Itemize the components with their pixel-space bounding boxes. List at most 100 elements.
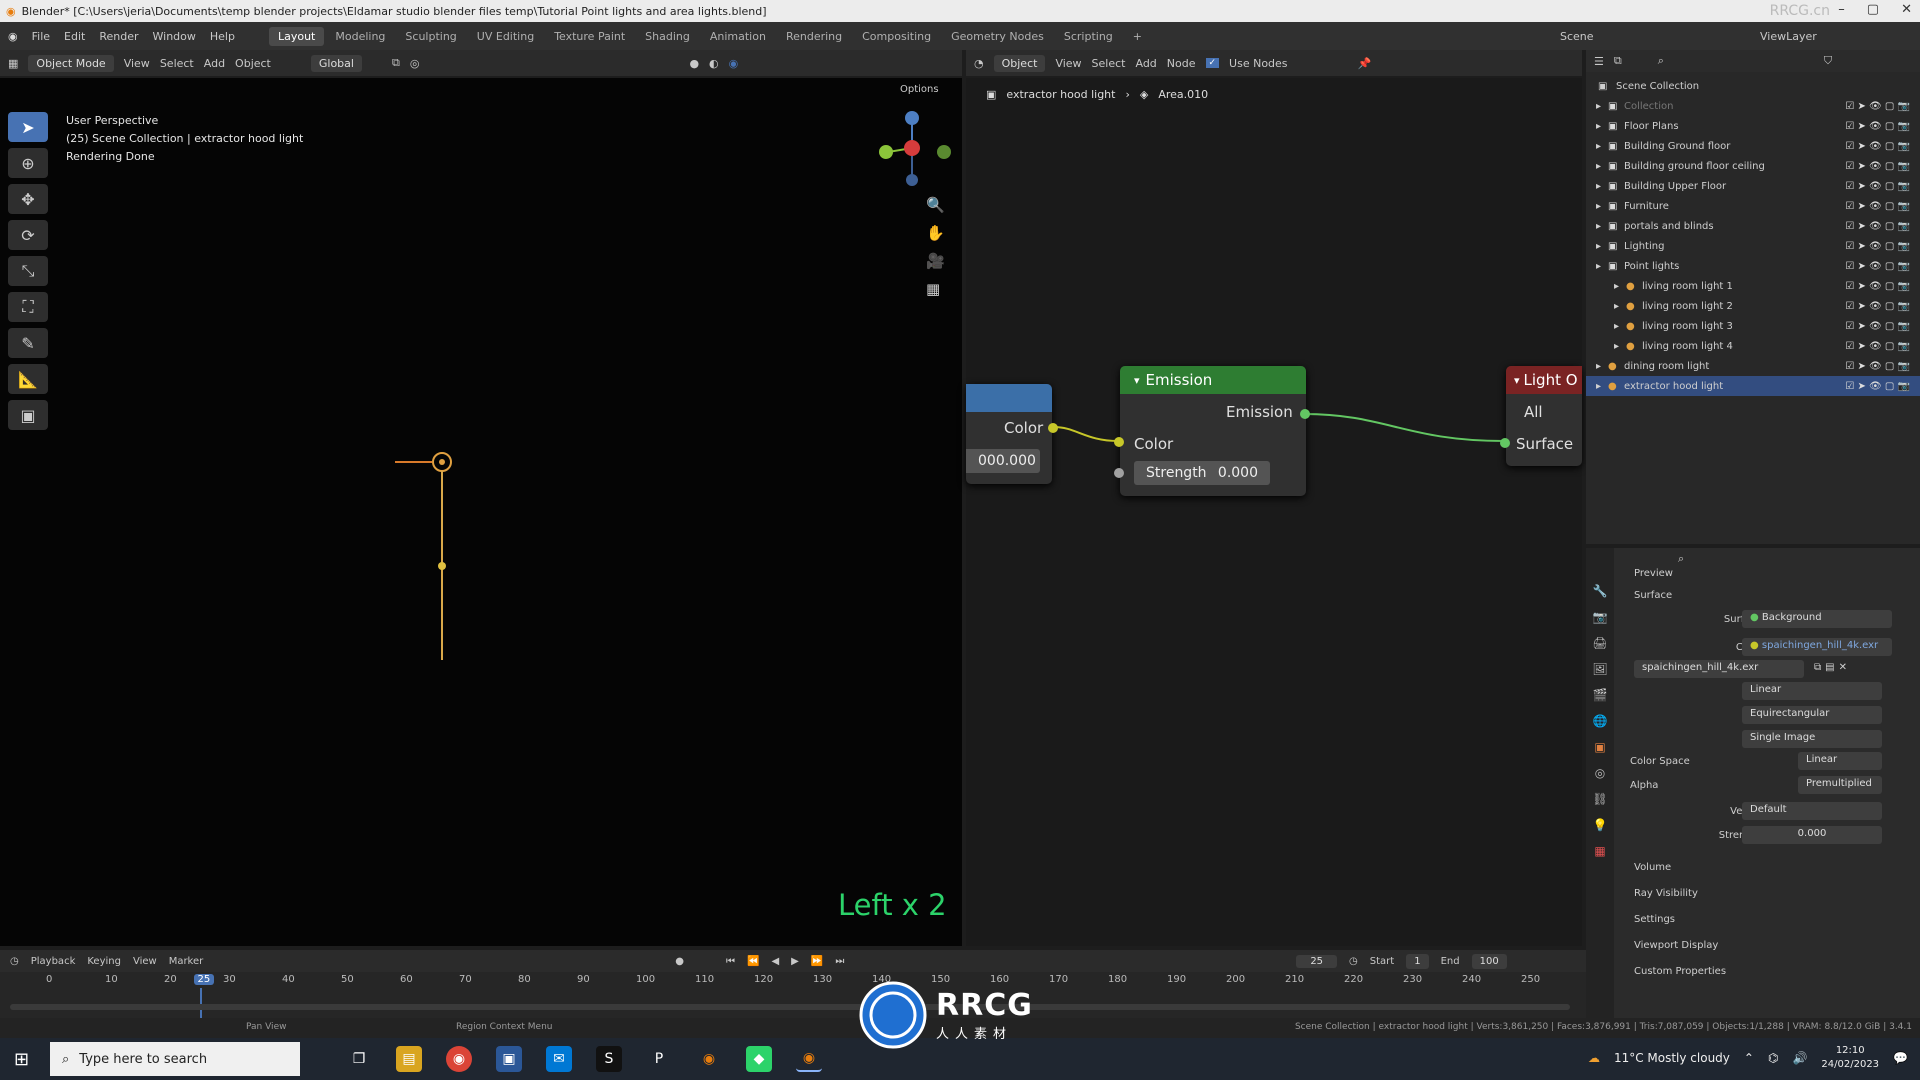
blender-active-taskbar-icon[interactable]: ◉ (796, 1046, 822, 1072)
expand-chevron-icon[interactable]: ▸ (1614, 281, 1619, 292)
visibility-toggles[interactable]: ☑ ➤ 👁 ▢ 📷 (1845, 301, 1910, 312)
snap-icon[interactable]: ⧉ (392, 56, 400, 70)
add-cube-tool-icon[interactable]: ▣ (8, 400, 48, 430)
timeline-scrollbar[interactable] (10, 1004, 1570, 1010)
next-key-button[interactable]: ⏩ (811, 956, 823, 967)
outliner-row[interactable]: ▸ ▣ Collection ☑ ➤ 👁 ▢ 📷 (1586, 96, 1920, 116)
app-green-icon[interactable]: ◆ (746, 1046, 772, 1072)
outliner-row[interactable]: ▸ ▣ Point lights ☑ ➤ 👁 ▢ 📷 (1586, 256, 1920, 276)
outliner-search-icon[interactable]: ⌕ (1658, 54, 1664, 68)
ne-menu-add[interactable]: Add (1135, 57, 1156, 70)
texture-tab-icon[interactable]: ▦ (1594, 844, 1605, 858)
app-p-icon[interactable]: P (646, 1046, 672, 1072)
outliner-row[interactable]: ▸ ▣ Building Ground floor ☑ ➤ 👁 ▢ 📷 (1586, 136, 1920, 156)
taskbar-search[interactable]: ⌕ Type here to search (50, 1042, 300, 1076)
tab-uv-editing[interactable]: UV Editing (468, 27, 543, 46)
network-icon[interactable]: ⌬ (1768, 1051, 1778, 1065)
expand-chevron-icon[interactable]: ▸ (1596, 361, 1601, 372)
jump-start-button[interactable]: ⏮ (726, 956, 735, 967)
outliner-row[interactable]: ▸ ● living room light 2 ☑ ➤ 👁 ▢ 📷 (1586, 296, 1920, 316)
ne-menu-view[interactable]: View (1055, 57, 1081, 70)
tl-menu-keying[interactable]: Keying (87, 956, 121, 967)
cursor-tool-icon[interactable]: ⊕ (8, 148, 48, 178)
shader-type-selector[interactable]: Object (993, 54, 1046, 72)
texture-node-header[interactable] (966, 384, 1052, 412)
vp-menu-select[interactable]: Select (160, 57, 194, 70)
timeline-type-icon[interactable]: ◷ (10, 956, 19, 967)
tab-scripting[interactable]: Scripting (1055, 27, 1122, 46)
clock[interactable]: 12:10 24/02/2023 (1821, 1044, 1879, 1072)
expand-chevron-icon[interactable]: ▸ (1596, 161, 1601, 172)
mail-icon[interactable]: ✉ (546, 1046, 572, 1072)
physics-tab-icon[interactable]: ◎ (1595, 766, 1605, 780)
source-dropdown[interactable]: Single Image (1742, 730, 1882, 748)
vp-menu-object[interactable]: Object (235, 57, 271, 70)
jump-end-button[interactable]: ⏭ (835, 956, 844, 967)
app-s-icon[interactable]: S (596, 1046, 622, 1072)
properties-search-icon[interactable]: ⌕ (1678, 552, 1684, 566)
tl-menu-view[interactable]: View (133, 956, 157, 967)
blender-taskbar-icon[interactable]: ◉ (696, 1046, 722, 1072)
visibility-toggles[interactable]: ☑ ➤ 👁 ▢ 📷 (1845, 381, 1910, 392)
image-name-field[interactable]: spaichingen_hill_4k.exr (1634, 660, 1804, 678)
chrome-icon[interactable]: ◉ (446, 1046, 472, 1072)
task-view-icon[interactable]: ❐ (346, 1046, 372, 1072)
volume-icon[interactable]: 🔊 (1792, 1051, 1807, 1065)
transform-tool-icon[interactable]: ⛶ (8, 292, 48, 322)
record-button[interactable]: ● (675, 956, 684, 967)
breadcrumb-light[interactable]: Area.010 (1158, 88, 1208, 101)
minimize-button[interactable]: – (1838, 2, 1845, 17)
vector-field[interactable]: Default (1742, 802, 1882, 820)
measure-tool-icon[interactable]: 📐 (8, 364, 48, 394)
outliner-row[interactable]: ▸ ● living room light 1 ☑ ➤ 👁 ▢ 📷 (1586, 276, 1920, 296)
visibility-toggles[interactable]: ☑ ➤ 👁 ▢ 📷 (1845, 141, 1910, 152)
play-button[interactable]: ▶ (791, 956, 799, 967)
shader-node-editor[interactable] (966, 78, 1582, 946)
tab-shading[interactable]: Shading (636, 27, 699, 46)
ray-visibility-section[interactable]: Ray Visibility (1634, 888, 1698, 899)
projection-dropdown[interactable]: Equirectangular (1742, 706, 1882, 724)
tray-chevron-icon[interactable]: ⌃ (1744, 1051, 1754, 1065)
output-tab-icon[interactable]: 🖨 (1592, 636, 1607, 650)
color-texture-field[interactable]: ● spaichingen_hill_4k.exr (1742, 638, 1892, 656)
outliner-row[interactable]: ▸ ● dining room light ☑ ➤ 👁 ▢ 📷 (1586, 356, 1920, 376)
custom-properties-section[interactable]: Custom Properties (1634, 966, 1726, 977)
add-workspace-button[interactable]: + (1124, 27, 1151, 46)
scene-selector[interactable]: Scene (1560, 30, 1594, 43)
windows-start-icon[interactable]: ⊞ (14, 1049, 29, 1070)
constraints-tab-icon[interactable]: ⛓ (1592, 792, 1607, 806)
tab-geometry-nodes[interactable]: Geometry Nodes (942, 27, 1053, 46)
grid-icon[interactable]: ▦ (926, 280, 945, 298)
menu-render[interactable]: Render (99, 30, 138, 43)
orientation-selector[interactable]: Global (310, 54, 362, 72)
tab-compositing[interactable]: Compositing (853, 27, 940, 46)
image-actions-icon[interactable]: ⧉▤✕ (1814, 662, 1851, 673)
render-tab-icon[interactable]: 📷 (1593, 610, 1608, 624)
3d-viewport[interactable]: Options (0, 78, 962, 946)
tab-layout[interactable]: Layout (268, 26, 325, 46)
vp-menu-add[interactable]: Add (204, 57, 225, 70)
start-frame-field[interactable]: 1 (1406, 953, 1429, 969)
settings-section[interactable]: Settings (1634, 914, 1675, 925)
filter-icon[interactable]: ⛉ (1824, 54, 1832, 68)
outliner-row[interactable]: ▸ ▣ Building Upper Floor ☑ ➤ 👁 ▢ 📷 (1586, 176, 1920, 196)
emission-strength-field[interactable]: Strength 0.000 (1134, 461, 1270, 485)
strength-field[interactable]: 0.000 (1742, 826, 1882, 844)
tool-tab-icon[interactable]: 🔧 (1593, 584, 1608, 598)
breadcrumb-object[interactable]: extractor hood light (1006, 88, 1115, 101)
collapse-chevron-icon[interactable]: ▾ (1134, 374, 1140, 387)
move-tool-icon[interactable]: ✥ (8, 184, 48, 214)
camera-icon[interactable]: 🎥 (926, 252, 945, 270)
visibility-toggles[interactable]: ☑ ➤ 👁 ▢ 📷 (1845, 181, 1910, 192)
tab-sculpting[interactable]: Sculpting (396, 27, 465, 46)
file-explorer-icon[interactable]: ▤ (396, 1046, 422, 1072)
scale-tool-icon[interactable]: ⤡ (8, 256, 48, 286)
navigation-gizmo[interactable] (872, 108, 952, 188)
menu-help[interactable]: Help (210, 30, 235, 43)
menu-file[interactable]: File (32, 30, 50, 43)
visibility-toggles[interactable]: ☑ ➤ 👁 ▢ 📷 (1845, 221, 1910, 232)
use-nodes-checkbox[interactable]: ✓ (1205, 58, 1220, 68)
mode-selector[interactable]: Object Mode (28, 54, 114, 72)
world-tab-icon[interactable]: 🌐 (1593, 714, 1608, 728)
proportional-icon[interactable]: ◎ (410, 57, 420, 70)
